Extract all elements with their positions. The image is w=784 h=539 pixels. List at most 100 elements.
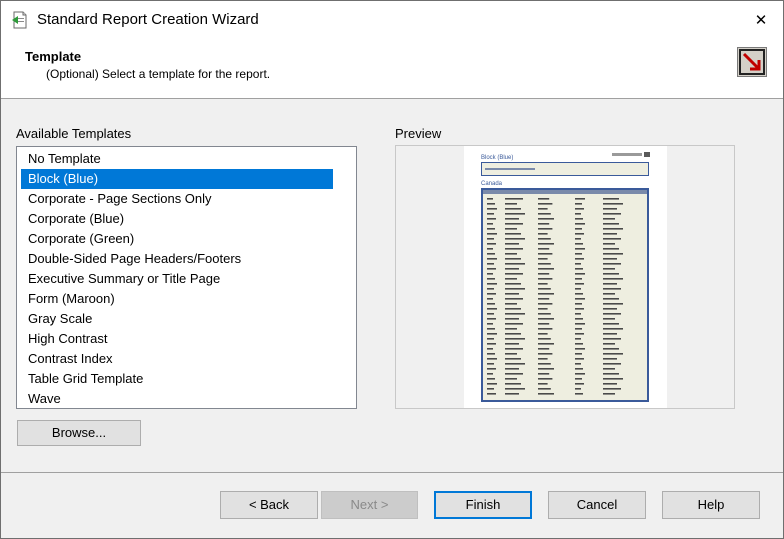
preview-row-line bbox=[575, 273, 585, 275]
preview-row-line bbox=[603, 258, 617, 260]
template-list-item[interactable]: No Template bbox=[21, 149, 333, 169]
preview-row-line bbox=[575, 308, 584, 310]
preview-row-line bbox=[538, 288, 551, 290]
preview-row-line bbox=[487, 208, 497, 210]
preview-row-line bbox=[575, 318, 583, 320]
preview-row-line bbox=[538, 293, 554, 295]
preview-row-line bbox=[505, 243, 519, 245]
preview-row-line bbox=[603, 393, 615, 395]
preview-row-line bbox=[603, 308, 617, 310]
preview-row-line bbox=[505, 323, 523, 325]
preview-row-line bbox=[603, 368, 615, 370]
preview-row-line bbox=[505, 378, 517, 380]
template-list-item[interactable]: Executive Summary or Title Page bbox=[21, 269, 333, 289]
preview-row-line bbox=[603, 283, 617, 285]
preview-row-line bbox=[538, 248, 550, 250]
template-list-item[interactable]: Corporate (Blue) bbox=[21, 209, 333, 229]
preview-row-line bbox=[505, 353, 517, 355]
browse-button[interactable]: Browse... bbox=[17, 420, 141, 446]
preview-row-line bbox=[538, 303, 553, 305]
template-list-item[interactable]: Wave bbox=[21, 389, 333, 409]
preview-row-line bbox=[538, 318, 554, 320]
preview-row-line bbox=[603, 208, 617, 210]
preview-row-line bbox=[487, 383, 497, 385]
preview-row-line bbox=[575, 363, 581, 365]
finish-button[interactable]: Finish bbox=[434, 491, 532, 519]
preview-row-line bbox=[538, 338, 551, 340]
close-icon: ✕ bbox=[754, 12, 768, 29]
preview-row-line bbox=[603, 278, 623, 280]
preview-row-line bbox=[603, 218, 615, 220]
preview-row-line bbox=[575, 313, 581, 315]
template-list-item[interactable]: Block (Blue) bbox=[21, 169, 333, 189]
preview-row-line bbox=[575, 353, 582, 355]
preview-row-line bbox=[487, 288, 494, 290]
step-subtitle: (Optional) Select a template for the rep… bbox=[46, 67, 271, 81]
preview-row-line bbox=[575, 393, 583, 395]
preview-header-band bbox=[481, 162, 649, 176]
next-button[interactable]: Next > bbox=[321, 491, 418, 519]
preview-row-line bbox=[603, 298, 619, 300]
template-list-item[interactable]: Contrast Index bbox=[21, 349, 333, 369]
preview-row-line bbox=[538, 383, 548, 385]
preview-row-line bbox=[505, 223, 523, 225]
preview-row-line bbox=[505, 348, 523, 350]
preview-row-line bbox=[487, 283, 497, 285]
template-list-item[interactable]: Gray Scale bbox=[21, 309, 333, 329]
preview-row-line bbox=[575, 293, 583, 295]
wizard-window: Standard Report Creation Wizard ✕ Templa… bbox=[0, 0, 784, 539]
preview-row-line bbox=[505, 318, 519, 320]
preview-row-line bbox=[505, 268, 519, 270]
preview-pane: Block (Blue) Canada bbox=[395, 145, 735, 409]
preview-row-line bbox=[505, 253, 517, 255]
preview-row-line bbox=[538, 283, 548, 285]
preview-table-header bbox=[483, 190, 647, 194]
preview-row-line bbox=[575, 348, 585, 350]
preview-row-line bbox=[538, 348, 550, 350]
preview-row-line bbox=[487, 218, 496, 220]
preview-row-line bbox=[603, 238, 621, 240]
preview-row-line bbox=[575, 218, 583, 220]
template-list-item[interactable]: Double-Sided Page Headers/Footers bbox=[21, 249, 333, 269]
template-list-item[interactable]: Form (Maroon) bbox=[21, 289, 333, 309]
preview-row-line bbox=[505, 228, 517, 230]
preview-row-line bbox=[505, 363, 525, 365]
preview-row-line bbox=[538, 343, 554, 345]
preview-row-line bbox=[538, 278, 553, 280]
preview-row-line bbox=[505, 293, 519, 295]
preview-row-line bbox=[603, 333, 617, 335]
preview-page: Block (Blue) Canada bbox=[464, 146, 667, 408]
footer-divider bbox=[1, 472, 783, 473]
preview-row-line bbox=[538, 268, 554, 270]
templates-listbox[interactable]: No Template Block (Blue) Corporate - Page … bbox=[16, 146, 357, 409]
preview-row-line bbox=[487, 258, 497, 260]
template-list-item[interactable]: Table Grid Template bbox=[21, 369, 333, 389]
template-list-item[interactable]: High Contrast bbox=[21, 329, 333, 349]
preview-row-line bbox=[538, 208, 548, 210]
preview-row-line bbox=[538, 203, 553, 205]
cancel-button[interactable]: Cancel bbox=[548, 491, 646, 519]
close-button[interactable]: ✕ bbox=[738, 1, 783, 39]
preview-row-line bbox=[538, 243, 554, 245]
preview-row-line bbox=[538, 198, 550, 200]
preview-row-line bbox=[603, 383, 617, 385]
preview-row-line bbox=[538, 253, 553, 255]
title-bar: Standard Report Creation Wizard ✕ bbox=[1, 1, 783, 39]
preview-row-line bbox=[575, 288, 581, 290]
preview-row-line bbox=[487, 243, 496, 245]
preview-row-line bbox=[575, 388, 581, 390]
preview-row-line bbox=[575, 248, 585, 250]
preview-row-line bbox=[487, 333, 497, 335]
back-button[interactable]: < Back bbox=[220, 491, 318, 519]
preview-row-line bbox=[603, 323, 619, 325]
help-button[interactable]: Help bbox=[662, 491, 760, 519]
preview-row-line bbox=[505, 273, 523, 275]
window-title: Standard Report Creation Wizard bbox=[37, 11, 259, 28]
preview-row-line bbox=[505, 328, 517, 330]
preview-row-line bbox=[505, 338, 525, 340]
preview-row-line bbox=[505, 208, 521, 210]
template-list-item[interactable]: Corporate (Green) bbox=[21, 229, 333, 249]
preview-row-line bbox=[487, 318, 496, 320]
template-list-item[interactable]: Corporate - Page Sections Only bbox=[21, 189, 333, 209]
preview-row-line bbox=[603, 268, 615, 270]
